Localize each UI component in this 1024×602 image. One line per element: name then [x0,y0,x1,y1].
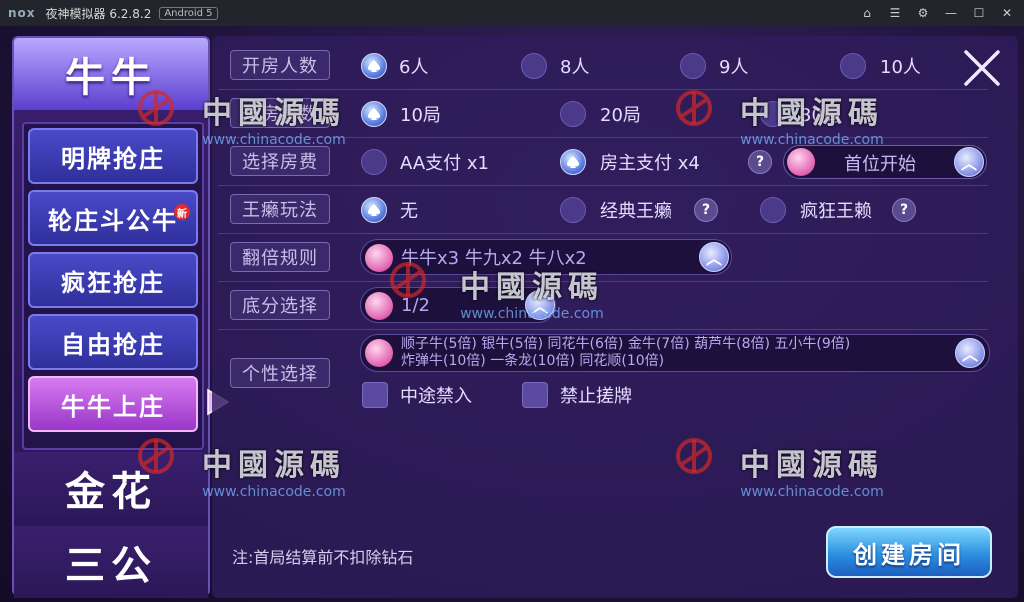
mode-item-ziyou[interactable]: 自由抢庄 [28,314,198,370]
spade-icon [368,108,380,120]
radio-wild-none[interactable] [361,197,387,223]
personal-dropdown[interactable]: 顺子牛(5倍) 银牛(5倍) 同花牛(6倍) 金牛(7倍) 葫芦牛(8倍) 五小… [360,334,990,372]
row-divider [218,89,988,90]
personal-label: 个性选择 [230,358,330,388]
radio-players-9[interactable] [680,53,706,79]
row-divider [218,185,988,186]
option-wild-classic[interactable]: 经典王癞 [600,197,672,223]
spade-icon [567,156,579,168]
radio-players-10[interactable] [840,53,866,79]
personal-value-line2: 炸弹牛(10倍) 一条龙(10倍) 同花顺(10倍) [401,353,665,369]
window-controls: ⌂ ☰ ⚙ — ☐ ✕ [860,6,1014,20]
shirt-icon[interactable]: ⌂ [860,6,874,20]
emulator-titlebar: nox 夜神模拟器 6.2.8.2 Android 5 ⌂ ☰ ⚙ — ☐ ✕ [0,0,1024,26]
mode-item-lunzhuang[interactable]: 轮庄斗公牛新 [28,190,198,246]
row-divider [218,233,988,234]
tab-niuniu[interactable]: 牛牛 [14,38,208,110]
mode-label: 轮庄斗公牛 [48,206,178,235]
option-players-9[interactable]: 9人 [719,53,748,79]
niuniu-mode-list: 明牌抢庄 轮庄斗公牛新 疯狂抢庄 自由抢庄 牛牛上庄 [22,122,204,450]
watermark-logo-icon [390,262,426,298]
mode-item-fengkuang[interactable]: 疯狂抢庄 [28,252,198,308]
check-label-no-rub[interactable]: 禁止搓牌 [560,382,632,408]
option-fee-owner[interactable]: 房主支付 x4 [600,149,700,175]
android-version-badge: Android 5 [159,6,218,20]
help-wild-crazy-icon[interactable]: ? [892,198,916,222]
tab-sangong[interactable]: 三公 [14,526,208,598]
option-rounds-20[interactable]: 20局 [600,101,641,127]
emulator-title: 夜神模拟器 6.2.8.2 [45,6,152,21]
option-wild-crazy[interactable]: 疯狂王赖 [800,197,872,223]
chevron-up-icon[interactable]: ︿ [954,147,984,177]
close-icon[interactable] [960,46,1004,90]
create-room-button[interactable]: 创建房间 [826,526,992,578]
mode-item-shangzhuang[interactable]: 牛牛上庄 [28,376,198,432]
watermark-logo-icon [138,90,174,126]
option-players-10[interactable]: 10人 [880,53,921,79]
personal-value: 顺子牛(5倍) 银牛(5倍) 同花牛(6倍) 金牛(7倍) 葫芦牛(8倍) 五小… [401,336,850,370]
rounds-label: 开房局数 [230,98,330,128]
mode-label: 明牌抢庄 [61,144,165,173]
option-rounds-30[interactable]: 30局 [800,101,841,127]
menu-icon[interactable]: ☰ [888,6,902,20]
radio-players-6[interactable] [361,53,387,79]
multiplier-label: 翻倍规则 [230,242,330,272]
personal-value-line1: 顺子牛(5倍) 银牛(5倍) 同花牛(6倍) 金牛(7倍) 葫芦牛(8倍) 五小… [401,336,851,352]
row-divider [218,281,988,282]
radio-fee-owner[interactable] [560,149,586,175]
option-players-6[interactable]: 6人 [399,53,428,79]
diamond-note: 注:首局结算前不扣除钻石 [232,548,414,567]
maximize-icon[interactable]: ☐ [972,6,986,20]
spade-icon [787,148,815,176]
radio-rounds-30[interactable] [760,101,786,127]
watermark-logo-icon [676,438,712,474]
minimize-icon[interactable]: — [944,6,958,20]
spade-icon [368,60,380,72]
watermark-logo-icon [138,438,174,474]
watermark-logo-icon [676,90,712,126]
radio-players-8[interactable] [521,53,547,79]
start-mode-value: 首位开始 [844,154,916,175]
radio-rounds-10[interactable] [361,101,387,127]
mode-item-mingpai[interactable]: 明牌抢庄 [28,128,198,184]
chevron-up-icon[interactable]: ︿ [955,338,985,368]
spade-icon [365,339,393,367]
check-label-no-midjoin[interactable]: 中途禁入 [400,382,472,408]
new-badge: 新 [174,204,190,220]
tab-jinhua[interactable]: 金花 [14,452,208,524]
wild-label: 王癞玩法 [230,194,330,224]
option-fee-aa[interactable]: AA支付 x1 [400,149,489,175]
option-players-8[interactable]: 8人 [560,53,589,79]
mode-label: 疯狂抢庄 [61,268,165,297]
checkbox-no-rub[interactable] [522,382,548,408]
radio-rounds-20[interactable] [560,101,586,127]
fee-label: 选择房费 [230,146,330,176]
gear-icon[interactable]: ⚙ [916,6,930,20]
help-fee-icon[interactable]: ? [748,150,772,174]
help-wild-classic-icon[interactable]: ? [694,198,718,222]
mode-label: 牛牛上庄 [61,392,165,421]
screen: nox 夜神模拟器 6.2.8.2 Android 5 ⌂ ☰ ⚙ — ☐ ✕ … [0,0,1024,602]
mode-label: 自由抢庄 [61,330,165,359]
nox-logo: nox [8,6,36,20]
game-type-sidebar: 牛牛 明牌抢庄 轮庄斗公牛新 疯狂抢庄 自由抢庄 牛牛上庄 金花 三公 [12,36,210,598]
radio-wild-classic[interactable] [560,197,586,223]
chevron-up-icon[interactable]: ︿ [699,242,729,272]
base-label: 底分选择 [230,290,330,320]
checkbox-no-midjoin[interactable] [362,382,388,408]
row-divider [218,137,988,138]
close-window-icon[interactable]: ✕ [1000,6,1014,20]
radio-wild-crazy[interactable] [760,197,786,223]
chevron-up-icon[interactable]: ︿ [525,290,555,320]
players-label: 开房人数 [230,50,330,80]
option-rounds-10[interactable]: 10局 [400,101,441,127]
spade-icon [368,204,380,216]
option-wild-none[interactable]: 无 [400,197,418,223]
row-divider [218,329,988,330]
start-mode-dropdown[interactable]: 首位开始 ︿ [783,145,987,179]
radio-fee-aa[interactable] [361,149,387,175]
